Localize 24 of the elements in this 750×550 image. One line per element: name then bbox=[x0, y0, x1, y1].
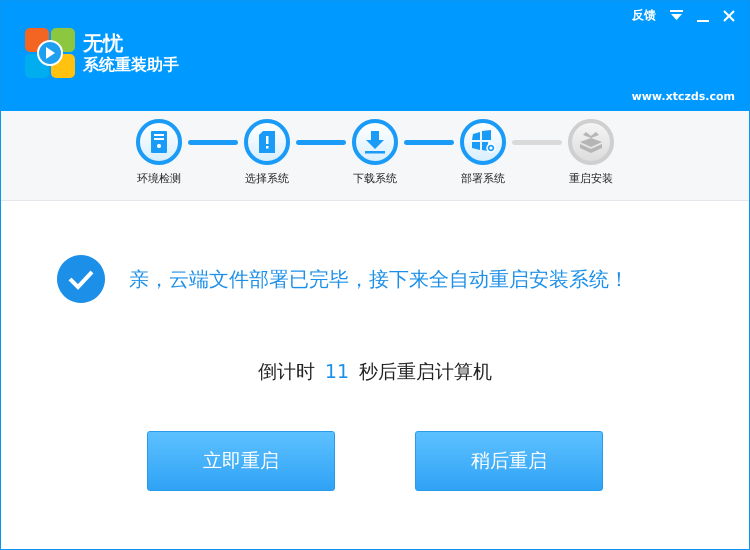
computer-icon bbox=[150, 130, 168, 154]
step-label: 下载系统 bbox=[353, 171, 397, 186]
dropdown-icon[interactable] bbox=[670, 10, 683, 21]
step-label: 部署系统 bbox=[461, 171, 505, 186]
website-url: www.xtczds.com bbox=[632, 90, 735, 103]
download-icon bbox=[364, 130, 386, 154]
step-label: 选择系统 bbox=[245, 171, 289, 186]
countdown-suffix: 秒后重启计算机 bbox=[359, 360, 492, 385]
document-icon bbox=[258, 130, 276, 154]
close-icon[interactable] bbox=[723, 10, 735, 22]
countdown-prefix: 倒计时 bbox=[258, 360, 315, 385]
status-message: 亲，云端文件部署已完毕，接下来全自动重启安装系统！ bbox=[129, 266, 629, 292]
step-label: 重启安装 bbox=[569, 171, 613, 186]
logo-icon bbox=[25, 28, 75, 78]
restart-button[interactable]: 立即重启 bbox=[147, 431, 335, 491]
windows-gear-icon bbox=[470, 130, 496, 154]
check-icon bbox=[57, 255, 105, 303]
box-icon bbox=[578, 130, 604, 154]
step-label: 环境检测 bbox=[137, 171, 181, 186]
feedback-link[interactable]: 反馈 bbox=[632, 7, 656, 24]
app-subtitle: 系统重装助手 bbox=[83, 55, 179, 75]
app-name: 无忧 bbox=[83, 31, 124, 55]
countdown-seconds: 11 bbox=[324, 361, 350, 383]
restart-button[interactable]: 稍后重启 bbox=[415, 431, 603, 491]
